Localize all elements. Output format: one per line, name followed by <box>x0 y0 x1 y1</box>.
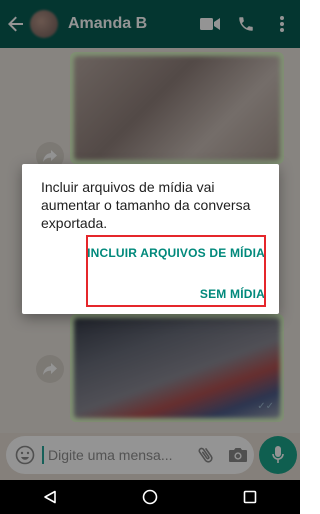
nav-recents-button[interactable] <box>230 480 270 514</box>
recents-square-icon <box>243 490 257 504</box>
screen: Amanda B ✓✓ Digite uma mensa... Incluir … <box>0 0 300 514</box>
dialog-message: Incluir arquivos de mídia vai aumentar o… <box>41 179 251 231</box>
home-circle-icon <box>142 489 158 505</box>
system-nav-bar <box>0 480 300 514</box>
nav-back-button[interactable] <box>30 480 70 514</box>
highlight-annotation <box>86 235 266 307</box>
nav-home-button[interactable] <box>130 480 170 514</box>
modal-scrim[interactable] <box>0 470 300 480</box>
back-triangle-icon <box>44 490 56 504</box>
